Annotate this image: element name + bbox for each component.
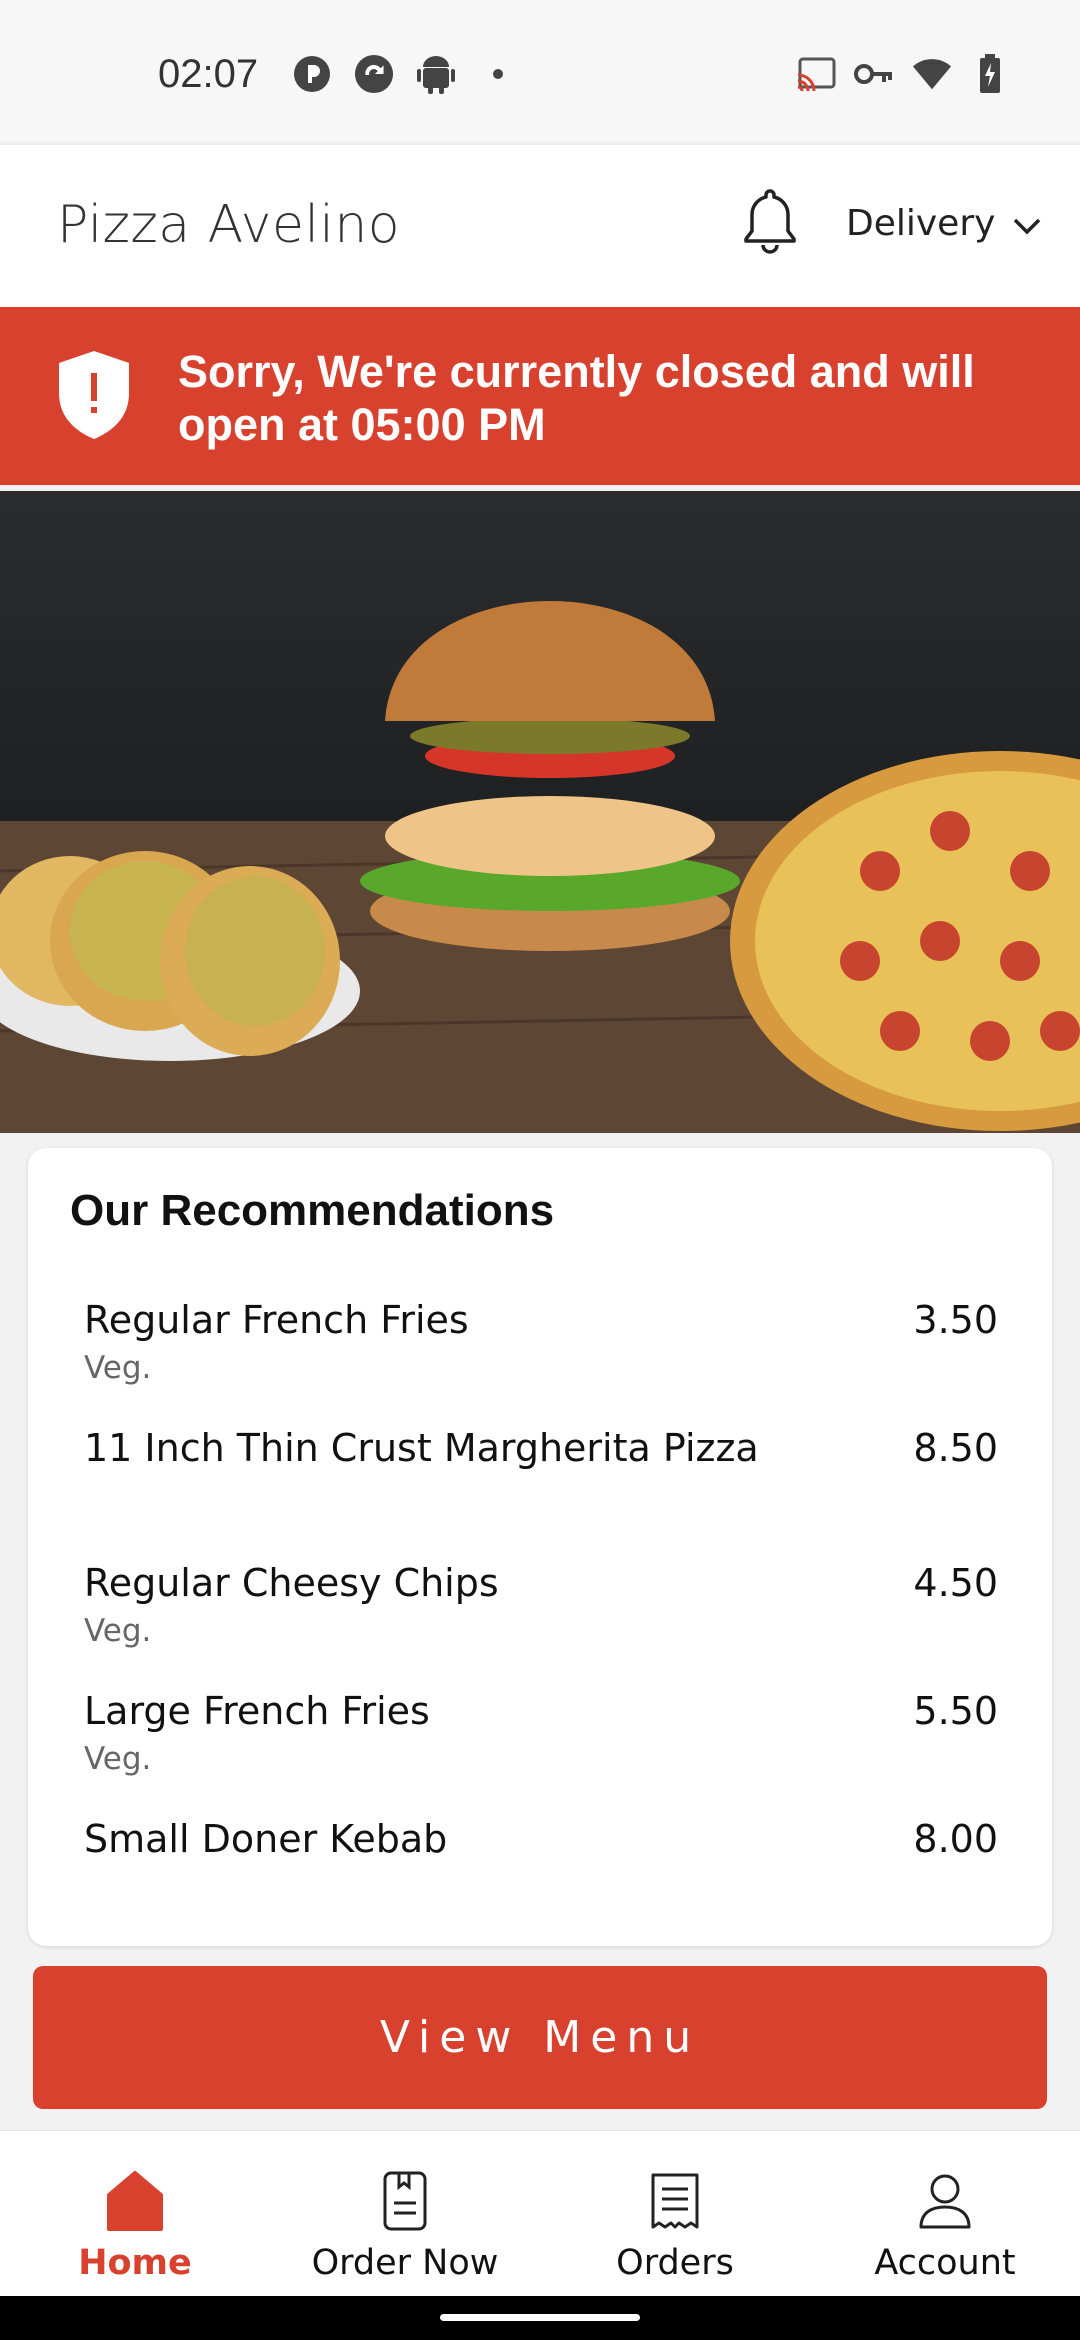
item-price: 8.50	[913, 1426, 998, 1470]
bell-icon[interactable]	[740, 185, 800, 257]
page-title: Pizza Avelino	[57, 195, 401, 255]
item-name: 11 Inch Thin Crust Margherita Pizza	[84, 1426, 759, 1470]
nav-item-home[interactable]: Home	[0, 2131, 270, 2297]
closed-banner: Sorry, We're currently closed and will o…	[0, 307, 1080, 485]
item-price: 8.00	[913, 1817, 998, 1861]
wifi-icon	[912, 54, 952, 94]
android-icon	[416, 54, 456, 94]
item-price: 5.50	[913, 1689, 998, 1733]
nav-item-order-now[interactable]: Order Now	[270, 2131, 540, 2297]
recommendations-title: Our Recommendations	[70, 1186, 555, 1235]
hero-food-image	[0, 491, 1080, 1133]
bottom-nav: Home Order Now Orders Account	[0, 2130, 1080, 2296]
order-mode-dropdown[interactable]: Delivery	[846, 203, 1041, 244]
view-menu-button[interactable]: View Menu	[33, 1966, 1047, 2109]
cast-icon	[796, 54, 836, 94]
home-icon	[105, 2169, 165, 2233]
item-tag: Veg.	[84, 1741, 152, 1777]
status-bar: 02:07	[0, 0, 1080, 145]
app-header: Pizza Avelino Delivery	[0, 145, 1080, 307]
recommendations-card: Our Recommendations Regular French Fries…	[28, 1148, 1052, 1946]
receipt-icon	[645, 2169, 705, 2233]
item-name: Regular Cheesy Chips	[84, 1561, 499, 1605]
person-icon	[915, 2169, 975, 2233]
nav-label: Order Now	[311, 2243, 499, 2283]
nav-item-orders[interactable]: Orders	[540, 2131, 810, 2297]
item-name: Small Doner Kebab	[84, 1817, 448, 1861]
status-system-icons	[796, 54, 1010, 94]
order-now-icon	[375, 2169, 435, 2233]
key-icon	[854, 54, 894, 94]
gesture-bar	[0, 2296, 1080, 2340]
shield-alert-icon	[55, 349, 133, 441]
item-tag: Veg.	[84, 1350, 152, 1386]
nav-item-account[interactable]: Account	[810, 2131, 1080, 2297]
nav-label: Home	[78, 2243, 192, 2283]
order-mode-label: Delivery	[846, 203, 996, 244]
chevron-down-icon	[1013, 203, 1041, 244]
status-notification-icons	[292, 54, 518, 94]
item-name: Regular French Fries	[84, 1298, 469, 1342]
item-tag: Veg.	[84, 1613, 152, 1649]
closed-message: Sorry, We're currently closed and will o…	[178, 346, 975, 450]
home-gesture-handle[interactable]	[440, 2314, 640, 2321]
item-name: Large French Fries	[84, 1689, 430, 1733]
status-time: 02:07	[158, 52, 259, 96]
sync-circle-icon	[354, 54, 394, 94]
battery-charging-icon	[970, 54, 1010, 94]
nav-label: Account	[874, 2243, 1016, 2283]
item-price: 3.50	[913, 1298, 998, 1342]
nav-label: Orders	[616, 2243, 734, 2283]
p-circle-icon	[292, 54, 332, 94]
item-price: 4.50	[913, 1561, 998, 1605]
dot-icon	[478, 54, 518, 94]
